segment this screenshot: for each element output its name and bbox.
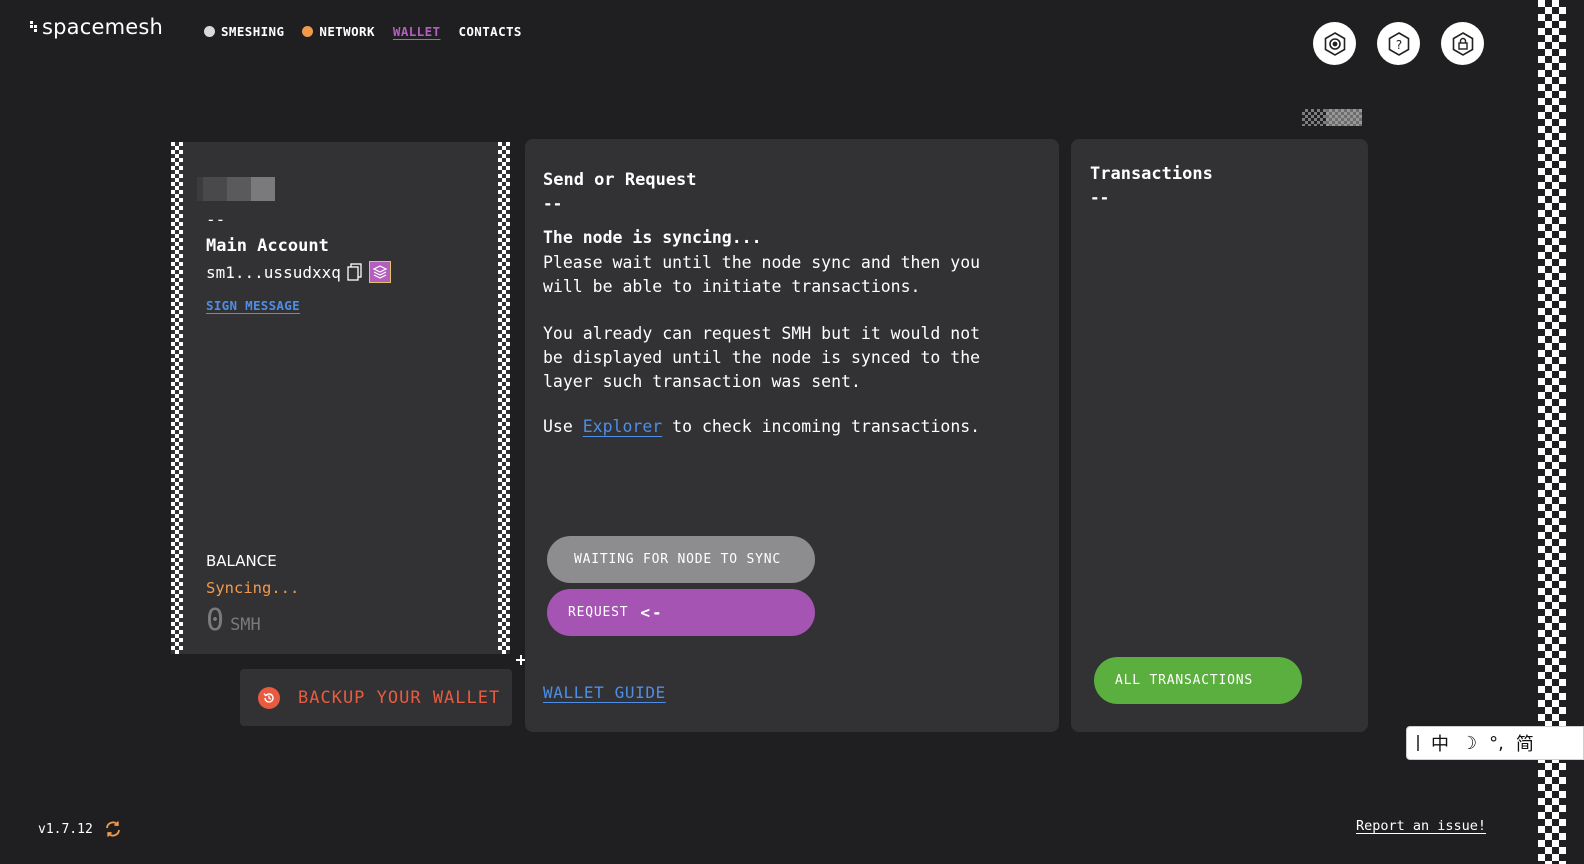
transactions-card: Transactions -- ALL TRANSACTIONS	[1071, 139, 1368, 732]
account-card: -- Main Account sm1...ussudxxq SIGN MESS…	[171, 142, 510, 654]
transactions-dash: --	[1090, 188, 1110, 207]
ime-punctuation-toggle[interactable]: °,	[1489, 733, 1504, 754]
sync-message: Please wait until the node sync and then…	[543, 253, 981, 296]
header-actions: ?	[1313, 22, 1484, 65]
ime-chinese-mode[interactable]: 中	[1431, 730, 1449, 756]
account-dash: --	[206, 210, 226, 229]
wallet-guide-link[interactable]: WALLET GUIDE	[543, 683, 666, 702]
logo-text: spacemesh	[42, 15, 164, 39]
balance-value: 0	[206, 603, 225, 638]
ime-halfwidth-toggle[interactable]: ☽	[1461, 733, 1477, 754]
request-arrow-icon: <-	[640, 603, 664, 622]
nav-item-contacts[interactable]: CONTACTS	[458, 24, 521, 39]
help-button[interactable]: ?	[1377, 22, 1420, 65]
sync-heading: The node is syncing...	[543, 228, 762, 247]
nav-item-label: CONTACTS	[458, 24, 522, 39]
lock-button[interactable]	[1441, 22, 1484, 65]
smeshing-status-dot	[204, 26, 215, 37]
request-button[interactable]: REQUEST <-	[547, 589, 815, 636]
account-address-row: sm1...ussudxxq	[206, 261, 391, 283]
report-issue-link[interactable]: Report an issue!	[1356, 818, 1486, 834]
waiting-for-sync-button[interactable]: WAITING FOR NODE TO SYNC	[547, 536, 815, 583]
settings-icon	[1324, 31, 1345, 56]
card-right-border-decoration	[498, 142, 510, 654]
explorer-prefix: Use	[543, 417, 583, 436]
balance-amount: 0 SMH	[206, 603, 261, 638]
ime-simplified-toggle[interactable]: 简	[1516, 730, 1534, 756]
network-status-dot	[302, 26, 314, 37]
backup-wallet-button[interactable]: BACKUP YOUR WALLET	[240, 669, 512, 726]
nav-item-label: WALLET	[392, 24, 441, 39]
account-name: Main Account	[206, 236, 329, 256]
wallet-screen: spacemesh SMESHING NETWORK WALLET CONTAC…	[0, 0, 1584, 864]
sync-status: Syncing...	[206, 579, 300, 597]
send-request-title: Send or Request	[543, 170, 697, 190]
version-info: v1.7.12	[38, 819, 123, 839]
balance-label: BALANCE	[206, 552, 277, 570]
send-request-card: Send or Request -- The node is syncing..…	[525, 139, 1059, 732]
svg-text:?: ?	[1395, 38, 1401, 52]
ime-toolbar: 中 ☽ °, 简	[1406, 726, 1584, 760]
explorer-hint: Use Explorer to check incoming transacti…	[543, 417, 980, 436]
settings-button[interactable]	[1313, 22, 1356, 65]
main-nav: SMESHING NETWORK WALLET CONTACTS	[204, 24, 522, 39]
help-icon: ?	[1388, 31, 1409, 56]
account-address: sm1...ussudxxq	[206, 262, 341, 282]
account-avatar-blocks	[197, 177, 275, 201]
send-request-dash: --	[543, 194, 563, 213]
backup-icon	[258, 686, 280, 709]
explorer-icon[interactable]	[368, 261, 391, 283]
all-transactions-button[interactable]: ALL TRANSACTIONS	[1094, 657, 1302, 704]
nav-item-network[interactable]: NETWORK	[302, 24, 374, 39]
pixel-decoration	[1302, 109, 1362, 126]
nav-item-label: SMESHING	[221, 24, 285, 39]
card-left-border-decoration	[171, 142, 183, 654]
balance-unit: SMH	[230, 615, 261, 635]
lock-icon	[1452, 31, 1473, 56]
logo-mark-icon	[30, 21, 37, 33]
refresh-icon[interactable]	[103, 819, 123, 839]
backup-wallet-label: BACKUP YOUR WALLET	[298, 687, 501, 708]
explorer-suffix: to check incoming transactions.	[662, 417, 981, 436]
nav-item-label: NETWORK	[319, 24, 375, 39]
request-info-message: You already can request SMH but it would…	[543, 324, 981, 391]
ime-drag-handle[interactable]	[1417, 735, 1419, 751]
spacemesh-logo: spacemesh	[30, 15, 163, 39]
nav-item-wallet[interactable]: WALLET	[393, 24, 441, 39]
explorer-link[interactable]: Explorer	[583, 417, 662, 436]
request-button-label: REQUEST	[568, 605, 629, 620]
sign-message-link[interactable]: SIGN MESSAGE	[206, 298, 300, 313]
copy-icon[interactable]	[347, 263, 363, 281]
transactions-title: Transactions	[1090, 164, 1213, 184]
version-label: v1.7.12	[38, 821, 93, 837]
nav-item-smeshing[interactable]: SMESHING	[204, 24, 284, 39]
